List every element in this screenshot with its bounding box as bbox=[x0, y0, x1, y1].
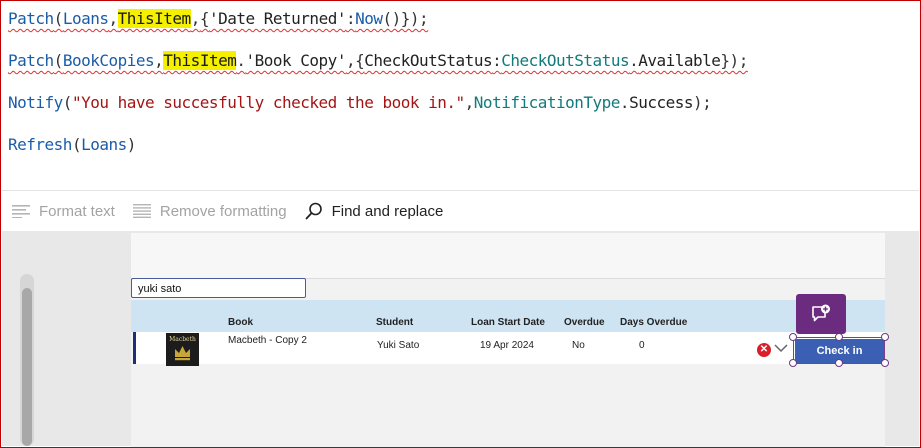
column-header-book: Book bbox=[228, 317, 253, 328]
resize-handle[interactable] bbox=[835, 333, 843, 341]
resize-handle[interactable] bbox=[789, 333, 797, 341]
chevron-down-icon[interactable] bbox=[774, 343, 788, 353]
resize-handle[interactable] bbox=[881, 333, 889, 341]
cell-days-overdue: 0 bbox=[639, 340, 645, 351]
column-header-loan-start: Loan Start Date bbox=[471, 317, 545, 328]
format-text-icon bbox=[12, 205, 30, 218]
cell-loan-start: 19 Apr 2024 bbox=[480, 340, 534, 351]
remove-formatting-button[interactable]: Remove formatting bbox=[132, 202, 287, 220]
highlight-thisitem: ThisItem bbox=[117, 9, 191, 28]
find-replace-label: Find and replace bbox=[331, 202, 444, 220]
crown-icon bbox=[175, 346, 190, 361]
add-comment-icon bbox=[812, 304, 830, 322]
scrollbar-thumb[interactable] bbox=[22, 288, 32, 446]
formula-line-3: Notify("You have succesfully checked the… bbox=[8, 93, 712, 112]
list-header: Book Student Loan Start Date Overdue Day… bbox=[131, 300, 885, 332]
search-icon bbox=[305, 202, 322, 220]
formula-line-4: Refresh(Loans) bbox=[8, 135, 136, 154]
formula-line-1: Patch(Loans,ThisItem,{'Date Returned':No… bbox=[8, 9, 429, 28]
format-text-button[interactable]: Format text bbox=[12, 203, 115, 220]
add-comment-button[interactable] bbox=[796, 294, 846, 334]
column-header-student: Student bbox=[376, 317, 414, 328]
search-input[interactable]: yuki sato bbox=[131, 278, 306, 298]
resize-handle[interactable] bbox=[789, 359, 797, 367]
column-header-overdue: Overdue bbox=[564, 317, 605, 328]
column-header-days-overdue: Days Overdue bbox=[620, 317, 688, 328]
format-text-label: Format text bbox=[39, 202, 115, 220]
formula-toolbar: Format text Remove formatting Find and r… bbox=[2, 190, 919, 231]
cell-overdue: No bbox=[572, 340, 585, 351]
book-cover-image: Macbeth bbox=[166, 333, 199, 366]
app-header bbox=[131, 233, 885, 279]
formula-line-2: Patch(BookCopies,ThisItem.'Book Copy',{C… bbox=[8, 51, 748, 70]
find-replace-button[interactable]: Find and replace bbox=[305, 202, 444, 220]
cell-book: Macbeth - Copy 2 bbox=[228, 335, 307, 346]
delete-icon[interactable]: ✕ bbox=[757, 343, 771, 357]
resize-handle[interactable] bbox=[835, 359, 843, 367]
highlight-thisitem: ThisItem bbox=[163, 51, 237, 70]
remove-formatting-label: Remove formatting bbox=[159, 202, 287, 220]
formula-editor[interactable]: Patch(Loans,ThisItem,{'Date Returned':No… bbox=[2, 0, 919, 190]
remove-formatting-icon bbox=[132, 204, 151, 218]
resize-handle[interactable] bbox=[881, 359, 889, 367]
cell-student: Yuki Sato bbox=[377, 340, 420, 351]
